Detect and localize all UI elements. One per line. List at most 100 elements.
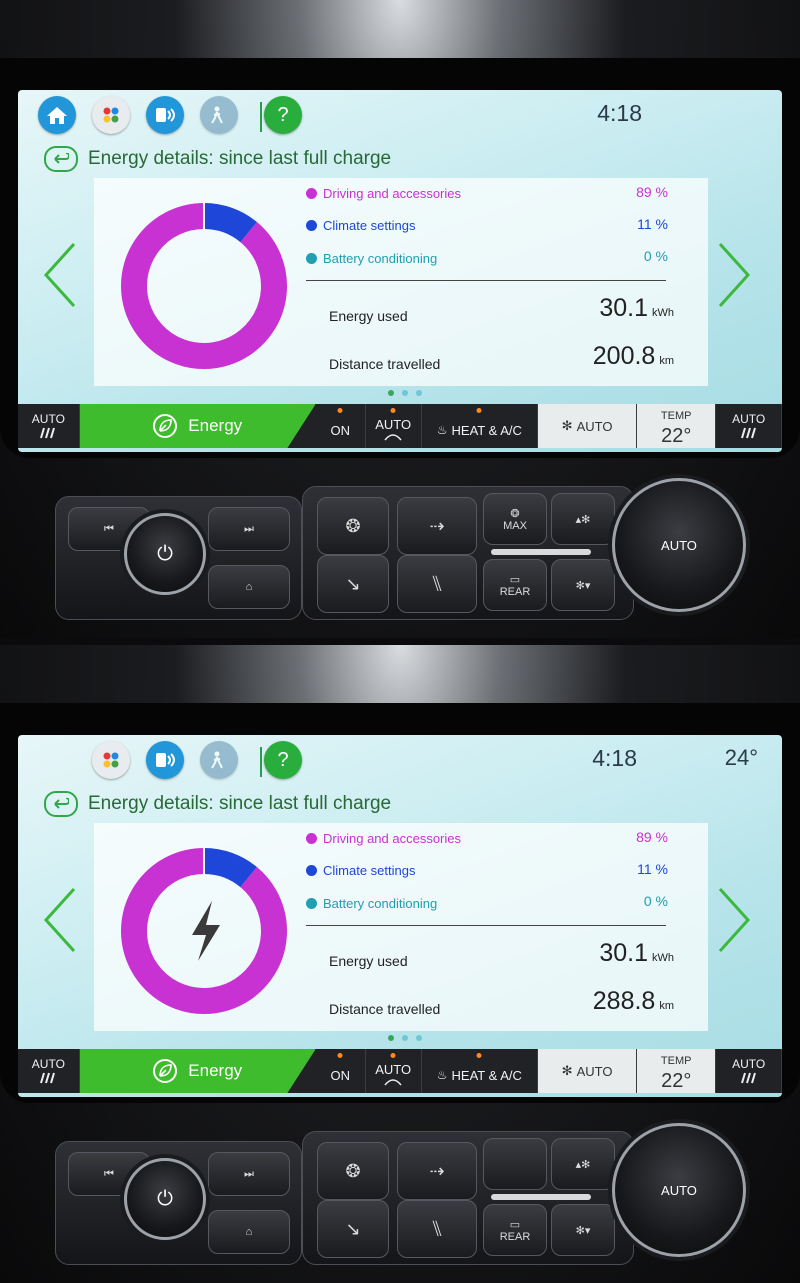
- temperature-knob[interactable]: AUTO: [612, 1123, 746, 1257]
- apps-icon[interactable]: [92, 741, 130, 779]
- climate-controls: ❂ ⇢ ↘ ⑊ ❂ MAX ▭ REAR ▴✻ ✻▾: [302, 486, 634, 620]
- windshield-defrost-button[interactable]: ❂: [317, 497, 389, 555]
- infotainment-screen: ? 4:18 24° Energy details: since last fu…: [18, 735, 782, 1097]
- page-dot: [388, 390, 394, 396]
- home-button[interactable]: ⌂: [208, 1210, 290, 1254]
- home-button[interactable]: ⌂: [208, 565, 290, 609]
- climate-bar: AUTO Energy ON AUTO ♨ HEAT & A/C ✻ AUTO TE…: [18, 404, 782, 448]
- climate-on-button[interactable]: ON: [316, 404, 366, 448]
- seat-airflow-icon: ⇢: [429, 515, 445, 536]
- seat-icon: ⑊: [430, 571, 444, 596]
- auto-recirculation-button[interactable]: AUTO: [366, 1049, 422, 1093]
- windshield-defrost-button[interactable]: ❂: [317, 1142, 389, 1200]
- seat-airflow-button[interactable]: ⑊: [397, 1200, 477, 1258]
- air-to-upper-body-button[interactable]: ⇢: [397, 1142, 477, 1200]
- temperature-knob[interactable]: AUTO: [612, 478, 746, 612]
- back-arrow-icon: [54, 798, 69, 809]
- page-indicator: [388, 1035, 422, 1041]
- power-icon: ⏻: [157, 1187, 173, 1210]
- rear-defrost-icon: ▭: [509, 1218, 521, 1231]
- back-button[interactable]: [44, 146, 78, 172]
- power-volume-knob[interactable]: ⏻: [124, 513, 206, 595]
- fan-up-button[interactable]: ▴✻: [551, 493, 615, 545]
- legend-value-climate: 11 %: [637, 861, 668, 877]
- home-icon[interactable]: [38, 96, 76, 134]
- donut-slice-climate-settings: [203, 203, 257, 243]
- climate-bar: AUTO Energy ON AUTO ♨ HEAT & A/C ✻ AUTO TE…: [18, 1049, 782, 1093]
- heat-ac-button[interactable]: ♨ HEAT & A/C: [422, 1049, 539, 1093]
- previous-track-icon: ⏮: [104, 1167, 114, 1180]
- heat-ac-button[interactable]: ♨ HEAT & A/C: [422, 404, 539, 448]
- legend-dot: [306, 220, 317, 231]
- seat-heat-icon: [40, 427, 56, 438]
- max-defrost-button[interactable]: [483, 1138, 547, 1190]
- legend-dot: [306, 865, 317, 876]
- center-console: ⏮ ⏭ ⌂ ⏻ ❂ ⇢ ↘ ⑊ ▭ REAR ▴✻ ✻▾ AUTO: [0, 1123, 800, 1283]
- rear-defrost-icon: ▭: [509, 573, 521, 586]
- energy-button[interactable]: Energy: [79, 1049, 316, 1093]
- apps-icon[interactable]: [92, 96, 130, 134]
- seat-airflow-icon: ⇢: [429, 1160, 445, 1181]
- page-dot: [402, 1035, 408, 1041]
- help-icon[interactable]: ?: [264, 96, 302, 134]
- page-dot: [388, 1035, 394, 1041]
- help-icon[interactable]: ?: [264, 741, 302, 779]
- back-button[interactable]: [44, 791, 78, 817]
- rear-defrost-button[interactable]: ▭ REAR: [483, 1204, 547, 1256]
- seat-airflow-button[interactable]: ⑊: [397, 555, 477, 613]
- temperature-display[interactable]: TEMP 22°: [637, 404, 717, 448]
- defrost-icon: ❂: [345, 515, 361, 536]
- floor-airflow-button[interactable]: ↘: [317, 555, 389, 613]
- next-track-button[interactable]: ⏭: [208, 1152, 290, 1196]
- phone-icon[interactable]: [146, 96, 184, 134]
- pedestrian-icon[interactable]: [200, 741, 238, 779]
- fan-down-button[interactable]: ✻▾: [551, 1204, 615, 1256]
- leaf-icon: [153, 1059, 178, 1083]
- auto-recirculation-button[interactable]: AUTO: [366, 404, 422, 448]
- phone-icon[interactable]: [146, 741, 184, 779]
- fan-icon: ✻: [561, 418, 573, 433]
- air-to-upper-body-button[interactable]: ⇢: [397, 497, 477, 555]
- legend-dot: [306, 898, 317, 909]
- temperature-display[interactable]: TEMP 22°: [637, 1049, 717, 1093]
- left-seat-heat-button[interactable]: AUTO: [18, 404, 80, 448]
- legend-label: Climate settings: [323, 863, 416, 878]
- fan-down-button[interactable]: ✻▾: [551, 559, 615, 611]
- seat-heat-icon: [740, 427, 756, 438]
- energy-button[interactable]: Energy: [79, 404, 316, 448]
- next-page-icon[interactable]: [714, 240, 754, 310]
- recirculation-icon: [384, 1078, 402, 1085]
- next-track-button[interactable]: ⏭: [208, 507, 290, 551]
- legend-value-climate: 11 %: [637, 216, 668, 232]
- outside-temperature: 24°: [724, 745, 758, 770]
- fan-up-button[interactable]: ▴✻: [551, 1138, 615, 1190]
- next-page-icon[interactable]: [714, 885, 754, 955]
- rear-defrost-button[interactable]: ▭ REAR: [483, 559, 547, 611]
- legend-item-driving: Driving and accessories: [306, 831, 461, 846]
- previous-page-icon[interactable]: [40, 885, 80, 955]
- legend-label: Battery conditioning: [323, 896, 438, 911]
- auto-label: AUTO: [31, 411, 65, 426]
- left-seat-heat-button[interactable]: AUTO: [18, 1049, 80, 1093]
- power-volume-knob[interactable]: ⏻: [124, 1158, 206, 1240]
- floor-airflow-icon: ↘: [345, 573, 361, 594]
- pedestrian-icon[interactable]: [200, 96, 238, 134]
- floor-airflow-icon: ↘: [345, 1218, 361, 1239]
- right-seat-heat-button[interactable]: AUTO: [716, 404, 782, 448]
- legend-value-driving: 89 %: [636, 829, 668, 845]
- fan-auto-button[interactable]: ✻ AUTO: [538, 404, 638, 448]
- floor-airflow-button[interactable]: ↘: [317, 1200, 389, 1258]
- max-defrost-icon: ❂: [510, 507, 520, 520]
- previous-page-icon[interactable]: [40, 240, 80, 310]
- defrost-icon: ❂: [345, 1160, 361, 1181]
- fan-down-icon: ✻▾: [575, 579, 591, 592]
- clock: 4:18: [592, 745, 637, 771]
- page-header: Energy details: since last full charge: [44, 146, 391, 172]
- right-seat-heat-button[interactable]: AUTO: [716, 1049, 782, 1093]
- max-defrost-button[interactable]: ❂ MAX: [483, 493, 547, 545]
- fan-up-icon: ▴✻: [575, 513, 591, 526]
- infotainment-screen: ? 4:18 Energy details: since last full c…: [18, 90, 782, 452]
- fan-auto-button[interactable]: ✻ AUTO: [538, 1049, 638, 1093]
- heat-icon: ♨: [436, 1068, 448, 1082]
- climate-on-button[interactable]: ON: [316, 1049, 366, 1093]
